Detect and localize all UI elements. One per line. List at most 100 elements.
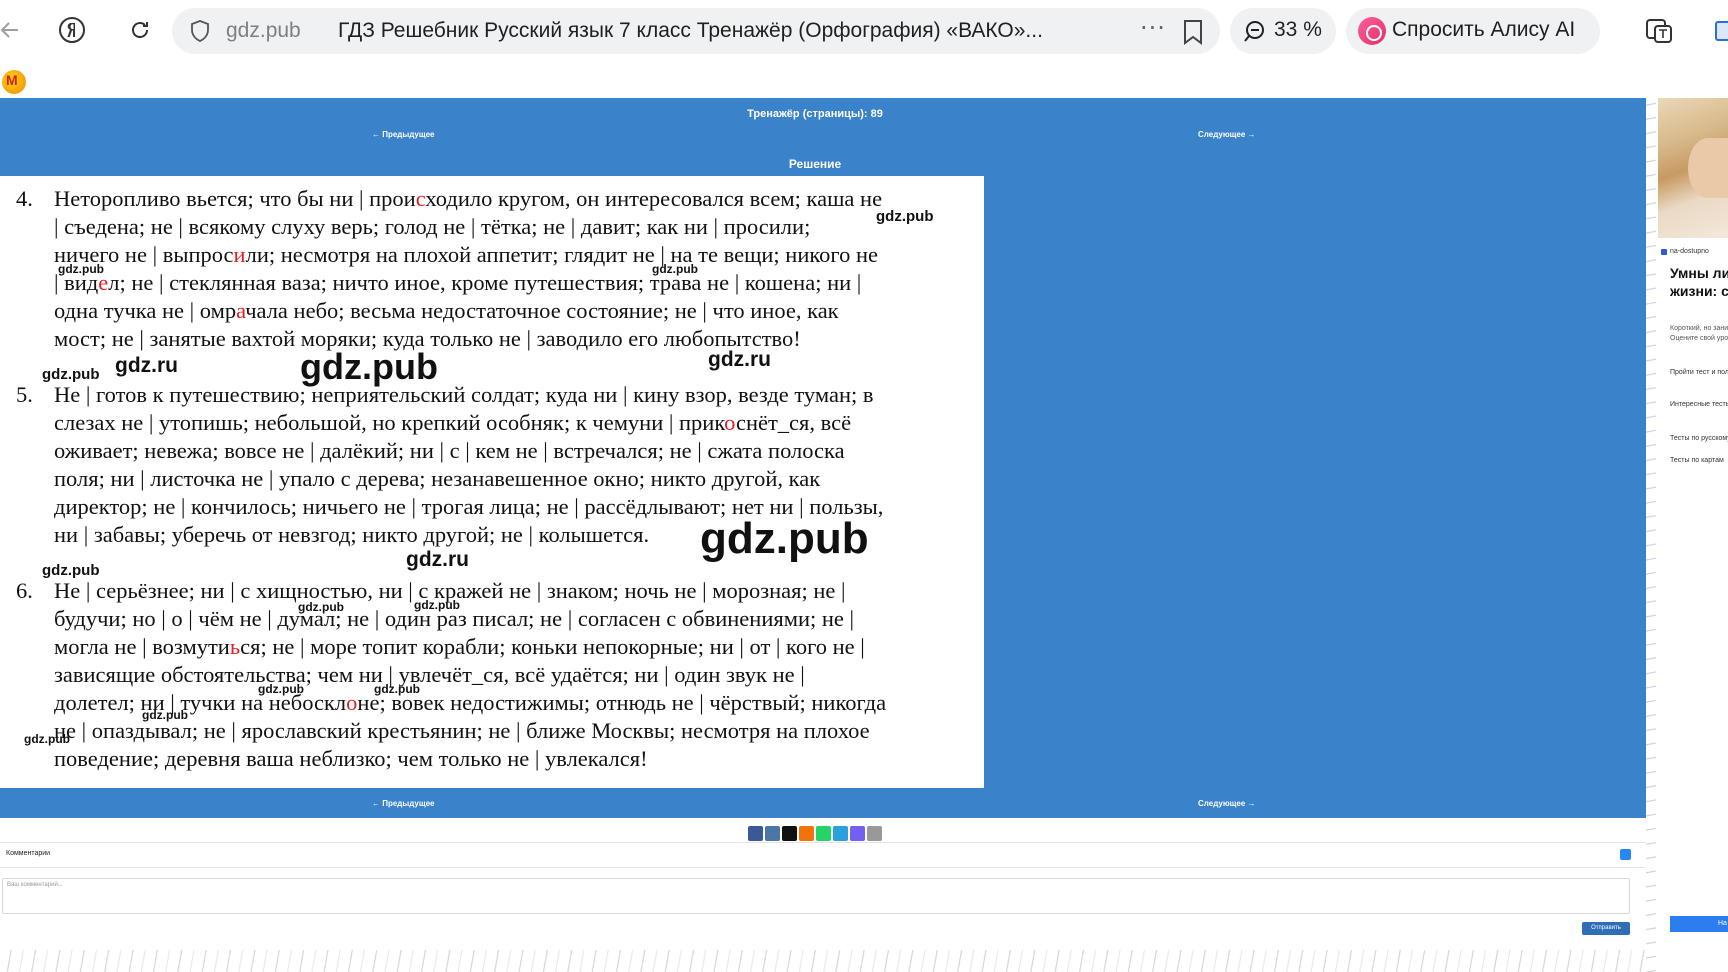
address-domain: gdz.pub — [226, 19, 301, 42]
item-number: 4. — [16, 186, 33, 211]
share-icon[interactable] — [748, 826, 763, 841]
extension-icon[interactable] — [1712, 14, 1728, 48]
ad-panel[interactable]: na-dostupno Умны ли вы по жизни: секунды… — [1656, 98, 1728, 972]
page-footer-nav: ← Предыдущее Следующее → — [0, 788, 1646, 818]
watermark: gdz.ru — [406, 548, 469, 571]
zoom-value: 33 % — [1274, 18, 1322, 41]
watermark: gdz.pub — [142, 708, 188, 722]
more-icon[interactable]: ··· — [1140, 14, 1166, 42]
prev-link-bottom[interactable]: ← Предыдущее — [372, 799, 435, 808]
watermark: gdz.pub — [258, 682, 304, 696]
watermark: gdz.pub — [24, 732, 70, 746]
line-text: ни | забавы; уберечь от невзгод; никто д… — [54, 522, 650, 547]
item-number: 6. — [16, 578, 33, 603]
share-buttons — [748, 826, 882, 842]
send-button[interactable]: Отправить — [1582, 922, 1630, 935]
site-favicon-icon[interactable] — [2, 70, 26, 94]
prev-link[interactable]: ← Предыдущее — [372, 130, 435, 139]
line-text: поведение; деревня ваша неблизко; чем то… — [54, 746, 648, 771]
highlight-letter: ь — [229, 634, 241, 659]
line-text: | видел; не | стеклянная ваза; ничто ино… — [54, 270, 862, 295]
solution-line: слезах не | утопишь; небольшой, но крепк… — [54, 410, 851, 436]
solution-line: | видел; не | стеклянная ваза; ничто ино… — [54, 270, 861, 296]
decorative-border — [0, 950, 1646, 972]
comment-input[interactable]: Ваш комментарий... — [2, 878, 1630, 914]
share-icon[interactable] — [816, 826, 831, 841]
page-background — [984, 176, 1646, 788]
ad-source: na-dostupno — [1661, 248, 1709, 255]
ad-link[interactable]: Тесты по картам — [1670, 456, 1728, 465]
share-icon[interactable] — [850, 826, 865, 841]
watermark: gdz.pub — [300, 346, 438, 387]
translate-icon[interactable] — [1642, 14, 1676, 48]
page-header: Тренажёр (страницы): 89 ← Предыдущее Сле… — [0, 98, 1646, 176]
watermark: gdz.pub — [42, 366, 100, 383]
solution-label: Решение — [788, 157, 842, 171]
solution-line: | съедена; не | всякому слуху верь; голо… — [54, 214, 810, 240]
solution-line: зависящие обстоятельства; чем ни | увлеч… — [54, 662, 805, 688]
item-number: 5. — [16, 382, 33, 407]
ad-divider — [1646, 98, 1656, 972]
line-text: Не | готов к путешествию; неприятельский… — [54, 382, 874, 407]
solution-line: могла не | возмутиься; не | море топит к… — [54, 634, 865, 660]
watermark: gdz.pub — [298, 600, 344, 614]
ad-headline[interactable]: Умны ли вы по жизни: секунды — [1670, 264, 1728, 300]
alice-icon — [1358, 17, 1386, 45]
comment-placeholder: Ваш комментарий... — [7, 882, 63, 888]
solution-line: поведение; деревня ваша неблизко; чем то… — [54, 746, 648, 772]
share-icon[interactable] — [833, 826, 848, 841]
next-link[interactable]: Следующее → — [1198, 130, 1256, 139]
line-text: поля; ни | листочка не | упало с дерева;… — [54, 466, 821, 491]
zoom-button[interactable]: 33 % — [1230, 8, 1336, 54]
reload-icon[interactable] — [124, 14, 156, 46]
highlight-letter: и — [233, 242, 246, 267]
ad-button[interactable]: На — [1670, 916, 1728, 932]
next-link-bottom[interactable]: Следующее → — [1198, 799, 1256, 808]
line-text: слезах не | утопишь; небольшой, но крепк… — [54, 410, 852, 435]
alice-label: Спросить Алису AI — [1392, 18, 1576, 41]
watermark: gdz.pub — [58, 262, 104, 276]
solution-line: ни | забавы; уберечь от невзгод; никто д… — [54, 522, 649, 548]
bookmark-icon[interactable] — [1182, 19, 1204, 45]
solution-line: одна тучка не | омрачала небо; весьма не… — [54, 298, 839, 324]
solution-line: Неторопливо вьется; что бы ни | происход… — [54, 186, 882, 212]
ad-photo[interactable] — [1658, 98, 1728, 238]
highlight-letter: а — [236, 298, 246, 323]
yandex-logo-icon[interactable] — [56, 14, 88, 46]
watermark: gdz.pub — [42, 562, 100, 579]
shield-icon[interactable] — [188, 19, 212, 43]
vk-icon[interactable] — [1620, 849, 1631, 860]
line-text: Неторопливо вьется; что бы ни | происход… — [54, 186, 883, 211]
page-title: Тренажёр (страницы): 89 — [747, 108, 883, 120]
share-icon[interactable] — [782, 826, 797, 841]
alice-button[interactable]: Спросить Алису AI — [1346, 8, 1600, 54]
share-icon[interactable] — [867, 826, 882, 841]
ad-link[interactable]: Пройти тест и получить подарок — [1670, 368, 1728, 377]
watermark: gdz.pub — [876, 208, 934, 225]
share-icon[interactable] — [799, 826, 814, 841]
highlight-letter: о — [346, 690, 358, 715]
highlight-letter: с — [415, 186, 426, 211]
back-icon[interactable] — [0, 14, 26, 46]
zoom-icon — [1244, 21, 1264, 42]
solution-line: Не | готов к путешествию; неприятельский… — [54, 382, 873, 408]
solution-line: ничего не | выпросили; несмотря на плохо… — [54, 242, 878, 268]
tab-title: ГДЗ Решебник Русский язык 7 класс Тренаж… — [338, 19, 1043, 42]
ad-link[interactable]: Тесты по русскому — [1670, 434, 1728, 443]
address-bar[interactable]: gdz.pub ГДЗ Решебник Русский язык 7 клас… — [172, 8, 1220, 54]
solution-line: поля; ни | листочка не | упало с дерева;… — [54, 466, 820, 492]
solution-line: оживает; невежа; вовсе не | далёкий; ни … — [54, 438, 845, 464]
line-text: могла не | возмутиься; не | море топит к… — [54, 634, 865, 659]
line-text: | съедена; не | всякому слуху верь; голо… — [54, 214, 811, 239]
solution-image: 4. Неторопливо вьется; что бы ни | проис… — [0, 176, 984, 788]
watermark: gdz.pub — [414, 598, 460, 612]
share-icon[interactable] — [765, 826, 780, 841]
highlight-letter: о — [724, 410, 736, 435]
watermark: gdz.ru — [708, 348, 771, 371]
browser-toolbar: gdz.pub ГДЗ Решебник Русский язык 7 клас… — [0, 0, 1728, 62]
watermark: gdz.pub — [374, 682, 420, 696]
line-text: зависящие обстоятельства; чем ни | увлеч… — [54, 662, 805, 687]
bookmarks-bar — [0, 62, 1728, 98]
ad-link[interactable]: Интересные тесты на эрудицию — [1670, 400, 1728, 409]
watermark: gdz.pub — [652, 262, 698, 276]
